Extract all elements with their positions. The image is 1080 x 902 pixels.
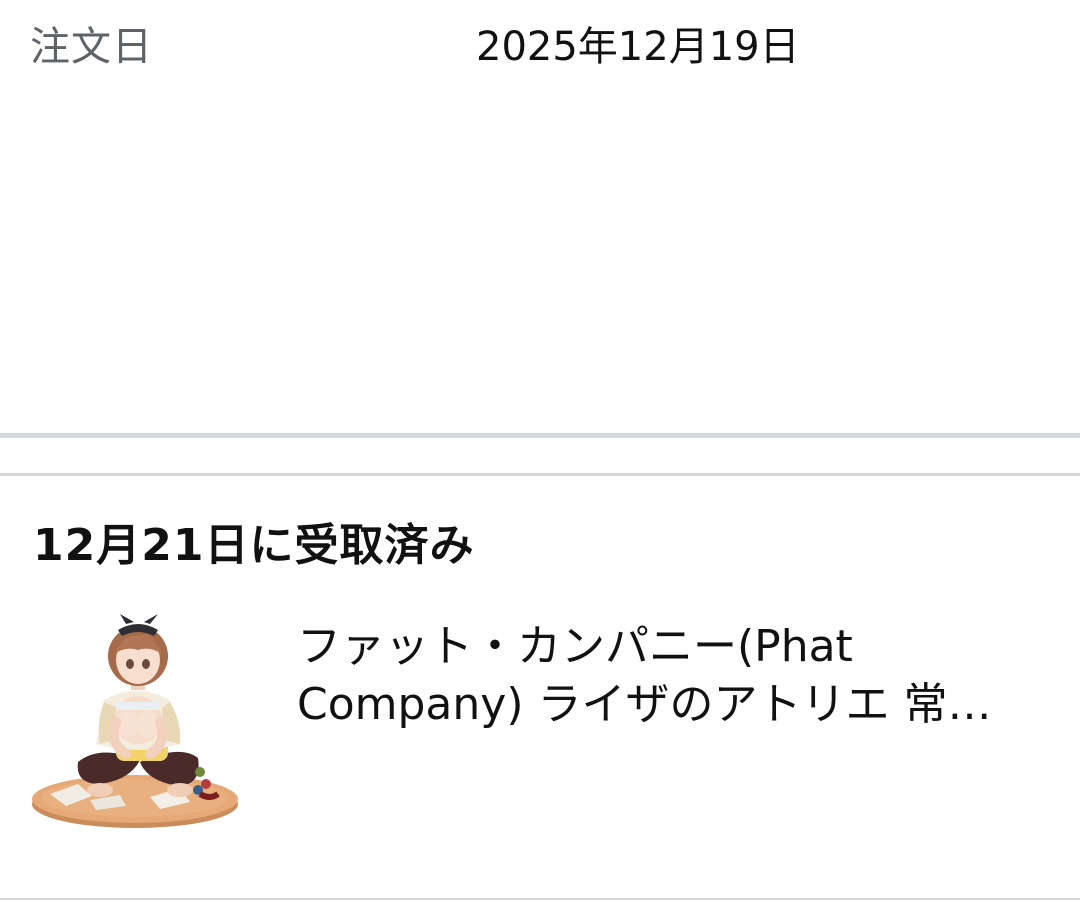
order-date-value: 2025年12月19日 xyxy=(476,24,800,70)
order-date-row: 注文日 2025年12月19日 xyxy=(0,18,1080,78)
order-date-label: 注文日 xyxy=(30,24,153,70)
delivery-status-heading: 12月21日に受取済み xyxy=(33,520,475,571)
order-details-page: 注文日 2025年12月19日 12月21日に受取済み ファット・カンパニー(P… xyxy=(0,0,1080,902)
product-thumbnail[interactable] xyxy=(30,612,245,837)
figure-icon xyxy=(32,614,238,828)
product-title-link[interactable]: ファット・カンパニー(Phat Company) ライザのアトリエ 常… xyxy=(297,618,1057,734)
bottom-divider xyxy=(0,898,1080,900)
section-divider-thin xyxy=(0,473,1080,476)
section-divider xyxy=(0,433,1080,438)
